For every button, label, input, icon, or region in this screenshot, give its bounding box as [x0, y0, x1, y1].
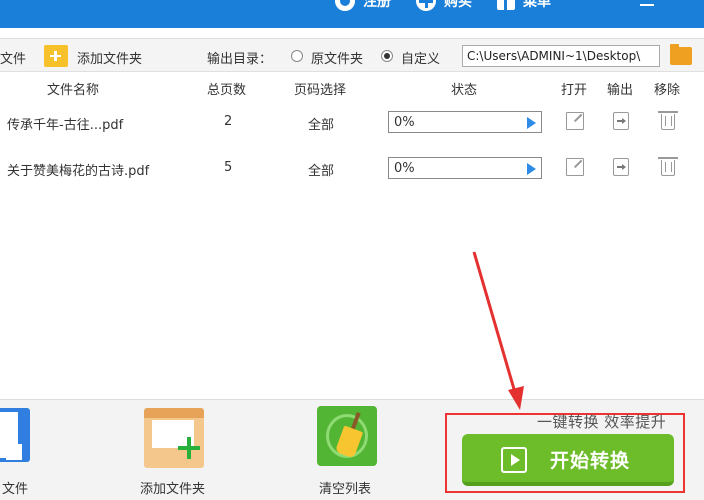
page-select[interactable]: 全部	[308, 114, 334, 133]
output-icon[interactable]	[613, 112, 629, 130]
radio-original-label[interactable]: 原文件夹	[311, 48, 363, 67]
file-name: 关于赞美梅花的古诗.pdf	[7, 164, 150, 179]
radio-custom[interactable]	[381, 50, 393, 62]
file-name: 传承千年-古往...pdf	[7, 118, 124, 133]
col-status: 状态	[451, 83, 478, 98]
radio-original-folder[interactable]	[291, 50, 303, 62]
add-file-label[interactable]: 文件	[2, 478, 28, 497]
col-page-select: 页码选择	[294, 83, 347, 98]
app-window: 注册 购买 菜单 文件 添加文件夹 输出目录： 原文件夹 自定义 C:\User…	[0, 0, 704, 500]
play-icon	[501, 447, 527, 473]
plus-icon	[8, 450, 20, 453]
col-open: 打开	[561, 83, 588, 98]
play-icon[interactable]	[527, 117, 536, 129]
progress-bar: 0%	[388, 157, 542, 179]
table-header: 文件名称 总页数 页码选择 状态 打开 输出 移除	[0, 76, 704, 98]
add-folder-big-icon[interactable]	[144, 408, 204, 468]
col-name: 文件名称	[47, 83, 100, 98]
add-folder-label[interactable]: 添加文件夹	[140, 478, 205, 497]
progress-value: 0%	[394, 115, 415, 130]
open-file-icon[interactable]	[566, 158, 584, 176]
title-bar: 注册 购买 菜单	[0, 0, 704, 28]
start-convert-label: 开始转换	[550, 450, 631, 472]
menu-button[interactable]: 菜单	[497, 0, 551, 11]
plus-icon	[187, 437, 191, 459]
table-row: 关于赞美梅花的古诗.pdf 5 全部 0%	[0, 146, 704, 192]
clear-list-label[interactable]: 清空列表	[319, 478, 371, 497]
plus-icon	[12, 446, 15, 458]
page-select[interactable]: 全部	[308, 160, 334, 179]
buy-label: 购买	[444, 0, 472, 10]
register-button[interactable]: 注册	[335, 0, 391, 11]
trash-icon[interactable]	[658, 157, 678, 176]
cart-icon	[416, 0, 436, 11]
menu-icon	[497, 0, 515, 10]
buy-button[interactable]: 购买	[416, 0, 472, 11]
register-label: 注册	[363, 0, 391, 10]
page-count: 2	[224, 114, 233, 129]
col-output: 输出	[607, 83, 634, 98]
toolbar: 文件 添加文件夹 输出目录： 原文件夹 自定义 C:\Users\ADMINI~…	[0, 38, 704, 72]
browse-folder-icon[interactable]	[670, 44, 692, 65]
col-pages: 总页数	[207, 83, 247, 98]
output-path-input[interactable]: C:\Users\ADMINI~1\Desktop\	[462, 45, 660, 67]
open-file-icon[interactable]	[566, 112, 584, 130]
menu-label: 菜单	[523, 0, 551, 10]
add-file-icon[interactable]	[0, 408, 30, 462]
arrow-shaft	[472, 251, 518, 397]
start-convert-button[interactable]: 开始转换	[462, 434, 674, 486]
table-row: 传承千年-古往...pdf 2 全部 0%	[0, 100, 704, 146]
add-file-button[interactable]: 文件	[0, 48, 26, 67]
broom-icon[interactable]	[317, 406, 377, 466]
progress-bar: 0%	[388, 111, 542, 133]
register-icon	[335, 0, 355, 11]
output-dir-label: 输出目录：	[207, 52, 273, 67]
tagline: 一键转换 效率提升	[537, 413, 667, 431]
add-folder-button[interactable]: 添加文件夹	[77, 48, 142, 67]
progress-value: 0%	[394, 161, 415, 176]
add-folder-icon[interactable]	[44, 45, 68, 67]
minimize-button[interactable]	[640, 4, 654, 6]
play-icon[interactable]	[527, 163, 536, 175]
col-remove: 移除	[654, 83, 681, 98]
output-icon[interactable]	[613, 158, 629, 176]
radio-custom-label[interactable]: 自定义	[401, 48, 440, 67]
page-count: 5	[224, 160, 233, 175]
trash-icon[interactable]	[658, 111, 678, 130]
